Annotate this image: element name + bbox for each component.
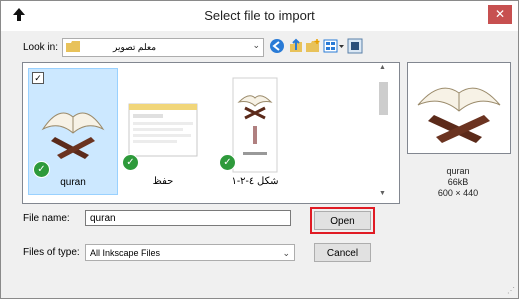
- file-thumbnail: [41, 112, 105, 159]
- preview-image: [417, 87, 501, 143]
- preview-dimensions: 600 × 440: [437, 188, 479, 198]
- resize-grip[interactable]: ⋰: [507, 286, 515, 295]
- folder-icon: [66, 41, 80, 52]
- scroll-thumb[interactable]: [379, 82, 388, 115]
- chevron-down-icon: ⌄: [252, 40, 260, 50]
- file-item-hifz[interactable]: ✓ حفظ: [119, 68, 207, 193]
- preview-pane: [407, 62, 511, 154]
- file-list[interactable]: ✓ ✓ quran ✓ حفظ ✓ شكل ٤-٢-١: [22, 62, 400, 204]
- close-button[interactable]: ✕: [488, 5, 512, 24]
- sync-check-icon: ✓: [122, 154, 139, 171]
- view-menu-icon[interactable]: [323, 38, 345, 54]
- scroll-up-icon[interactable]: ▲: [379, 64, 386, 71]
- file-label: حفظ: [152, 176, 174, 187]
- file-name-label: File name:: [23, 213, 70, 224]
- files-of-type-value: All Inkscape Files: [90, 248, 161, 258]
- file-import-dialog: Select file to import ✕ Look in: معلم تص…: [0, 0, 519, 299]
- window-title: Select file to import: [204, 8, 315, 23]
- scroll-down-icon[interactable]: ▼: [379, 190, 386, 197]
- files-of-type-dropdown[interactable]: All Inkscape Files ⌄: [85, 244, 295, 261]
- look-in-dropdown[interactable]: معلم تصویر ⌄: [62, 38, 264, 57]
- sync-check-icon: ✓: [33, 161, 50, 178]
- file-list-scrollbar[interactable]: ▲ ▼: [376, 62, 392, 202]
- open-button[interactable]: Open: [314, 211, 371, 230]
- back-icon[interactable]: [269, 38, 285, 54]
- preview-filename: quran: [446, 166, 470, 176]
- chevron-down-icon: ⌄: [282, 248, 290, 258]
- new-folder-icon[interactable]: [305, 38, 321, 54]
- files-of-type-label: Files of type:: [23, 247, 80, 258]
- preview-size: 66kB: [447, 177, 469, 187]
- file-name-input[interactable]: quran: [85, 210, 291, 226]
- look-in-label: Look in:: [23, 42, 59, 53]
- file-item-quran[interactable]: ✓ ✓ quran: [28, 68, 118, 195]
- preview-toggle-icon[interactable]: [347, 38, 363, 54]
- look-in-value: معلم تصویر: [113, 42, 157, 52]
- file-label: quran: [60, 177, 86, 188]
- up-folder-icon[interactable]: [288, 38, 304, 54]
- file-label: شكل ٤-٢-١: [231, 176, 279, 187]
- cancel-button[interactable]: Cancel: [314, 243, 371, 262]
- sync-check-icon: ✓: [219, 154, 236, 171]
- file-item-shape[interactable]: ✓ شكل ٤-٢-١: [211, 68, 299, 193]
- title-bar: Select file to import ✕: [1, 1, 518, 31]
